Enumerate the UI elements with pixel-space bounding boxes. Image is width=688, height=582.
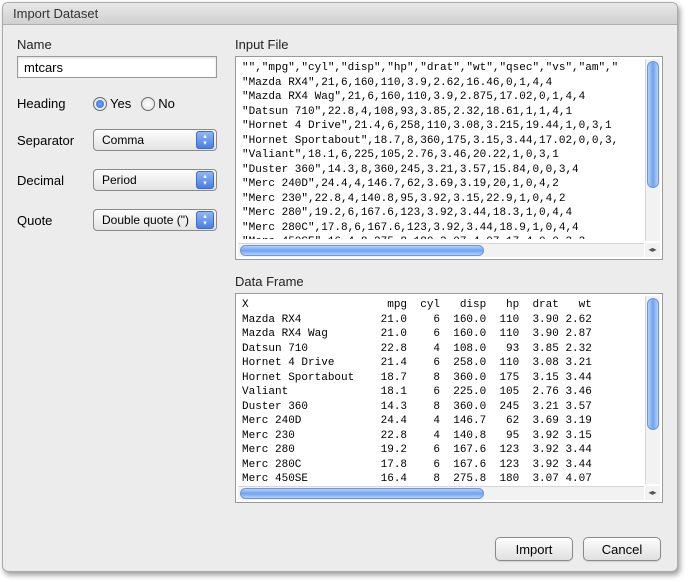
name-input[interactable] (17, 56, 217, 78)
input-file-box: "","mpg","cyl","disp","hp","drat","wt","… (235, 56, 663, 260)
heading-no-option[interactable]: No (141, 96, 175, 111)
scroll-corner-icon: ◂▸ (645, 243, 660, 257)
scroll-thumb[interactable] (240, 488, 484, 499)
radio-unchecked-icon (141, 97, 155, 111)
preview-panel: Input File "","mpg","cyl","disp","hp","d… (235, 37, 663, 525)
name-label: Name (17, 37, 217, 52)
options-panel: Name Heading Yes No Separator (17, 37, 217, 525)
heading-yes-label: Yes (110, 96, 131, 111)
chevron-updown-icon: ▴▾ (196, 211, 214, 229)
separator-select[interactable]: Comma ▴▾ (93, 129, 217, 151)
scroll-corner-icon: ◂▸ (645, 486, 660, 500)
scroll-thumb[interactable] (240, 245, 484, 256)
horizontal-scrollbar[interactable] (238, 486, 644, 500)
input-file-label: Input File (235, 37, 663, 52)
decimal-value: Period (102, 173, 137, 187)
separator-value: Comma (102, 133, 144, 147)
dialog-title: Import Dataset (3, 3, 677, 25)
heading-yes-option[interactable]: Yes (93, 96, 131, 111)
data-frame-box: X mpg cyl disp hp drat wt Mazda RX4 21.0… (235, 293, 663, 503)
scroll-thumb[interactable] (647, 298, 659, 430)
horizontal-scrollbar[interactable] (238, 243, 644, 257)
heading-no-label: No (158, 96, 175, 111)
quote-value: Double quote (") (102, 213, 189, 227)
decimal-select[interactable]: Period ▴▾ (93, 169, 217, 191)
chevron-updown-icon: ▴▾ (196, 131, 214, 149)
scroll-thumb[interactable] (647, 61, 659, 188)
separator-label: Separator (17, 133, 85, 148)
chevron-updown-icon: ▴▾ (196, 171, 214, 189)
dialog-content: Name Heading Yes No Separator (3, 25, 677, 525)
quote-label: Quote (17, 213, 85, 228)
decimal-label: Decimal (17, 173, 85, 188)
heading-radio-group: Yes No (93, 96, 175, 111)
radio-checked-icon (93, 97, 107, 111)
import-dataset-dialog: Import Dataset Name Heading Yes No (2, 2, 678, 572)
data-frame-table: X mpg cyl disp hp drat wt Mazda RX4 21.0… (242, 298, 642, 482)
vertical-scrollbar[interactable] (645, 296, 660, 484)
vertical-scrollbar[interactable] (645, 59, 660, 241)
cancel-button[interactable]: Cancel (583, 537, 661, 561)
dialog-footer: Import Cancel (495, 537, 661, 561)
input-file-text: "","mpg","cyl","disp","hp","drat","wt","… (242, 61, 642, 239)
quote-select[interactable]: Double quote (") ▴▾ (93, 209, 217, 231)
heading-label: Heading (17, 96, 85, 111)
data-frame-label: Data Frame (235, 274, 663, 289)
import-button[interactable]: Import (495, 537, 573, 561)
